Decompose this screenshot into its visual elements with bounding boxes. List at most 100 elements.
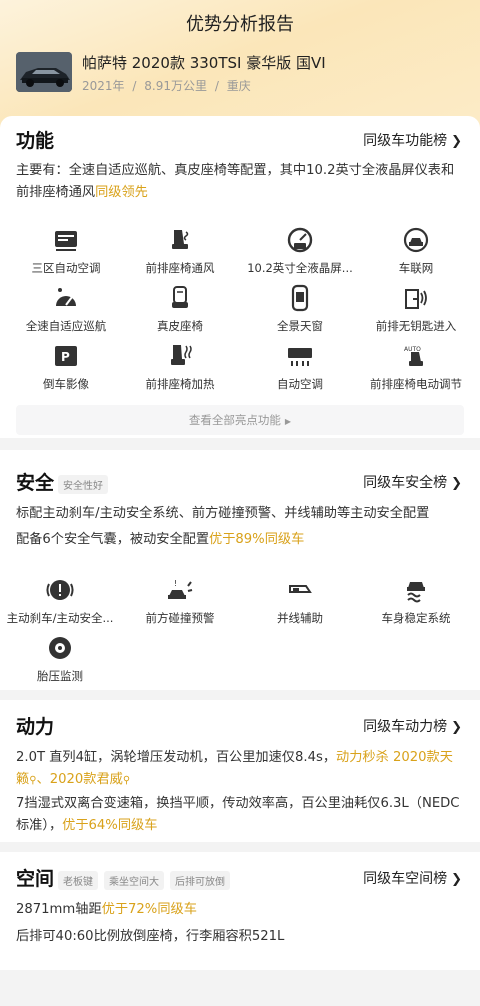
collision-warning-icon: ! bbox=[168, 579, 193, 599]
space-line-1-text: 2871mm轴距 bbox=[16, 902, 102, 917]
chevron-right-icon: ❯ bbox=[451, 720, 462, 735]
car-mileage: 8.91万公里 bbox=[144, 79, 207, 93]
feature-label: 胎压监测 bbox=[37, 669, 83, 683]
feature-item[interactable]: 10.2英寸全液晶屏... bbox=[240, 226, 360, 276]
feature-label: 全景天窗 bbox=[277, 319, 323, 333]
car-thumbnail[interactable] bbox=[16, 52, 72, 92]
section-title-safety: 安全 bbox=[16, 472, 55, 494]
tire-pressure-icon bbox=[49, 637, 71, 659]
search-icon: ⚲ bbox=[122, 775, 131, 786]
feature-item[interactable]: ! 前方碰撞预警 bbox=[120, 576, 240, 626]
separator: / bbox=[214, 79, 219, 93]
safety-line-1: 标配主动刹车/主动安全系统、前方碰撞预警、并线辅助等主动安全配置 bbox=[16, 506, 430, 521]
lcd-gauge-icon bbox=[287, 227, 313, 253]
feature-label: 前排座椅通风 bbox=[145, 261, 215, 275]
car-city: 重庆 bbox=[226, 79, 251, 93]
feature-item[interactable]: 车联网 bbox=[356, 226, 476, 276]
space-tag: 老板键 bbox=[58, 871, 98, 890]
search-icon: ⚲ bbox=[29, 775, 37, 786]
seat-ventilation-icon bbox=[172, 230, 189, 249]
active-brake-icon bbox=[46, 580, 74, 600]
safety-section: 安全 安全性好 同级车安全榜 ❯ 标配主动刹车/主动安全系统、前方碰撞预警、并线辅… bbox=[0, 450, 480, 690]
power-compare-link-b[interactable]: 2020款君威 bbox=[50, 772, 123, 787]
feature-label: 全速自适应巡航 bbox=[25, 319, 107, 333]
feature-label: 10.2英寸全液晶屏... bbox=[247, 261, 353, 275]
function-rank-label: 同级车功能榜 bbox=[363, 133, 448, 149]
auto-ac-icon bbox=[288, 348, 312, 366]
car-year: 2021年 bbox=[82, 79, 125, 93]
feature-label: 主动刹车/主动安全... bbox=[6, 611, 114, 625]
car-meta: 2021年 / 8.91万公里 / 重庆 bbox=[82, 77, 251, 94]
feature-item[interactable]: 全景天窗 bbox=[240, 284, 360, 334]
feature-item[interactable]: 自动空调 bbox=[240, 342, 360, 392]
feature-item[interactable]: 前排无钥匙进入 bbox=[356, 284, 476, 334]
feature-label: 前排座椅电动调节 bbox=[370, 377, 462, 391]
power-line-2: 7挡湿式双离合变速箱，换挡平顺，传动效率高，百公里油耗仅6.3L（NEDC标准）… bbox=[16, 793, 466, 837]
power-section: 动力 同级车动力榜 ❯ 2.0T 直列4缸，涡轮增压发动机，百公里加速仅8.4s，… bbox=[0, 700, 480, 842]
space-rank-label: 同级车空间榜 bbox=[363, 871, 448, 887]
svg-text:P: P bbox=[61, 350, 70, 364]
function-summary: 主要有：全速自适应巡航、真皮座椅等配置，其中10.2英寸全液晶屏仪表和前排座椅通… bbox=[16, 160, 466, 204]
safety-highlight: 优于89%同级车 bbox=[209, 532, 305, 547]
car-name: 帕萨特 2020款 330TSI 豪华版 国VI bbox=[82, 54, 326, 72]
feature-item[interactable]: P 倒车影像 bbox=[6, 342, 126, 392]
chevron-right-icon: ❯ bbox=[451, 134, 462, 149]
section-title-power: 动力 bbox=[16, 716, 55, 738]
power-sep: 、 bbox=[36, 772, 50, 787]
space-line-2: 后排可40:60比例放倒座椅，行李厢容积521L bbox=[16, 929, 285, 944]
feature-label: 自动空调 bbox=[277, 377, 323, 391]
feature-item[interactable]: 胎压监测 bbox=[0, 634, 120, 684]
safety-tag: 安全性好 bbox=[58, 475, 108, 494]
feature-item[interactable]: 前排座椅加热 bbox=[120, 342, 240, 392]
power-line-1-text: 2.0T 直列4缸，涡轮增压发动机，百公里加速仅8.4s， bbox=[16, 750, 337, 765]
svg-text:AUTO: AUTO bbox=[404, 346, 421, 353]
see-all-features-button[interactable]: 查看全部亮点功能 ▶ bbox=[16, 405, 464, 435]
feature-item[interactable]: 三区自动空调 bbox=[6, 226, 126, 276]
svg-text:!: ! bbox=[174, 579, 177, 588]
power-rank-link[interactable]: 同级车动力榜 ❯ bbox=[363, 716, 462, 736]
feature-item[interactable]: 并线辅助 bbox=[240, 576, 360, 626]
function-summary-text: 主要有：全速自适应巡航、真皮座椅等配置，其中10.2英寸全液晶屏仪表和前排座椅通… bbox=[16, 163, 455, 200]
sunroof-icon bbox=[291, 284, 309, 312]
feature-label: 并线辅助 bbox=[277, 611, 323, 625]
space-tag: 后排可放倒 bbox=[170, 871, 230, 890]
seat-heating-icon bbox=[171, 345, 192, 365]
space-line-1: 2871mm轴距优于72%同级车 bbox=[16, 899, 466, 921]
power-seat-icon: AUTO bbox=[404, 346, 423, 366]
stability-icon bbox=[407, 582, 425, 603]
space-highlight: 优于72%同级车 bbox=[101, 902, 197, 917]
safety-line-2: 配备6个安全气囊，被动安全配置优于89%同级车 bbox=[16, 529, 466, 551]
chevron-right-icon: ❯ bbox=[451, 872, 462, 887]
cruise-icon bbox=[56, 288, 76, 306]
feature-label: 前方碰撞预警 bbox=[145, 611, 215, 625]
feature-item[interactable]: 前排座椅通风 bbox=[120, 226, 240, 276]
feature-item[interactable]: 车身稳定系统 bbox=[356, 576, 476, 626]
chevron-right-icon: ❯ bbox=[451, 476, 462, 491]
see-all-label: 查看全部亮点功能 bbox=[188, 413, 281, 427]
safety-rank-link[interactable]: 同级车安全榜 ❯ bbox=[363, 472, 462, 492]
reverse-camera-icon: P bbox=[55, 346, 77, 366]
feature-label: 前排无钥匙进入 bbox=[375, 319, 457, 333]
feature-label: 前排座椅加热 bbox=[145, 377, 215, 391]
space-tag: 乘坐空间大 bbox=[104, 871, 164, 890]
feature-item[interactable]: 主动刹车/主动安全... bbox=[0, 576, 120, 626]
function-rank-link[interactable]: 同级车功能榜 ❯ bbox=[363, 130, 462, 150]
space-section: 空间 老板键 乘坐空间大 后排可放倒 同级车空间榜 ❯ 2871mm轴距优于72%同级… bbox=[0, 852, 480, 970]
feature-label: 三区自动空调 bbox=[31, 261, 101, 275]
feature-item[interactable]: 全速自适应巡航 bbox=[6, 284, 126, 334]
feature-item[interactable]: 真皮座椅 bbox=[120, 284, 240, 334]
page-title: 优势分析报告 bbox=[186, 14, 294, 35]
section-title-function: 功能 bbox=[16, 130, 55, 152]
feature-label: 车联网 bbox=[398, 261, 434, 275]
section-title-space: 空间 bbox=[16, 868, 55, 890]
lane-assist-icon bbox=[289, 585, 312, 593]
safety-line-2-text: 配备6个安全气囊，被动安全配置 bbox=[16, 532, 210, 547]
feature-label: 真皮座椅 bbox=[157, 319, 203, 333]
separator: / bbox=[132, 79, 137, 93]
climate-icon bbox=[55, 231, 77, 251]
power-highlight: 优于64%同级车 bbox=[62, 818, 158, 833]
feature-item[interactable]: AUTO 前排座椅电动调节 bbox=[356, 342, 476, 392]
connected-car-icon bbox=[403, 227, 429, 253]
space-rank-link[interactable]: 同级车空间榜 ❯ bbox=[363, 868, 462, 888]
space-tags: 老板键 乘坐空间大 后排可放倒 bbox=[58, 870, 236, 890]
